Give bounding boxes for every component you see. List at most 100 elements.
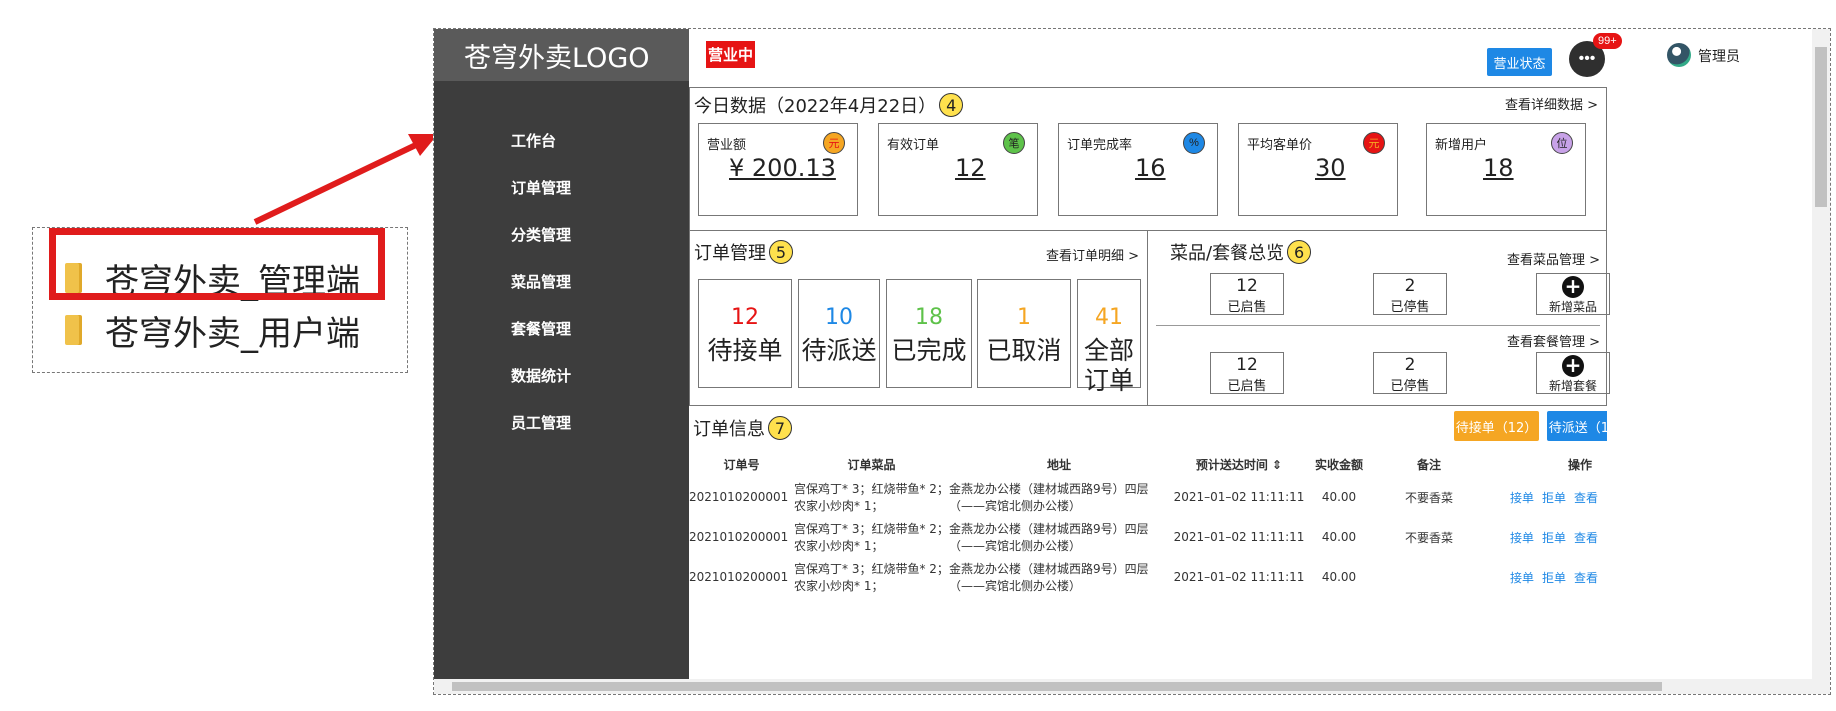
- pending-orders-button[interactable]: 待接单（12）: [1454, 411, 1539, 441]
- combo-count: 12: [1236, 355, 1258, 375]
- view-link[interactable]: 查看: [1574, 571, 1598, 585]
- combo-count: 2: [1404, 355, 1416, 375]
- order-count: 41: [1095, 305, 1123, 330]
- folder-icon: [65, 315, 79, 345]
- combo-on-sale[interactable]: 12 已启售: [1210, 352, 1284, 394]
- order-count: 18: [915, 305, 943, 330]
- order-box-pending[interactable]: 12 待接单: [698, 279, 792, 388]
- sidebar-item-workbench[interactable]: 工作台: [434, 117, 689, 164]
- header: 营业中 营业状态 ••• 99+ 管理员: [689, 29, 1812, 89]
- order-info-section: 订单信息7 待接单（12） 待派送（10） 订单号 订单菜品 地址 预计送达时间…: [689, 405, 1607, 681]
- divider: [1156, 325, 1600, 326]
- table-row: 2021010200001 宫保鸡丁* 3；红烧带鱼* 2；农家小炒肉* 1； …: [689, 557, 1602, 597]
- add-combo-button[interactable]: + 新增套餐: [1536, 352, 1610, 394]
- order-count: 10: [825, 305, 853, 330]
- dish-overview-panel: 菜品/套餐总览 6 查看菜品管理 > 12 已启售 2 已停售 + 新增菜品 查看…: [1147, 230, 1610, 406]
- stat-label: 营业额: [707, 138, 747, 153]
- today-data-panel: 今日数据（2022年4月22日） 4 查看详细数据 > 营业额 元 ¥ 200.1…: [689, 87, 1607, 231]
- sidebar-item-combos[interactable]: 套餐管理: [434, 305, 689, 352]
- plus-icon: +: [1562, 355, 1584, 377]
- combo-off-sale[interactable]: 2 已停售: [1373, 352, 1447, 394]
- admin-name[interactable]: 管理员: [1698, 46, 1740, 66]
- order-id: 2021010200001: [689, 490, 789, 504]
- order-actions: 接单 拒单 查看: [1489, 557, 1602, 597]
- dish-status-label: 已启售: [1227, 300, 1267, 315]
- stat-label: 有效订单: [887, 138, 940, 153]
- sidebar-item-employees[interactable]: 员工管理: [434, 399, 689, 446]
- order-info-title: 订单信息 7: [693, 415, 792, 441]
- reject-link[interactable]: 拒单: [1542, 531, 1566, 545]
- dish-on-sale[interactable]: 12 已启售: [1210, 273, 1284, 315]
- sidebar: 苍穹外卖LOGO 工作台 订单管理 分类管理 菜品管理 套餐管理 数据统计 员工…: [434, 29, 689, 681]
- col-remark: 备注: [1416, 457, 1441, 472]
- sidebar-item-dishes[interactable]: 菜品管理: [434, 258, 689, 305]
- order-count: 1: [1017, 305, 1031, 330]
- scrollbar-thumb[interactable]: [1815, 47, 1827, 207]
- add-combo-label: 新增套餐: [1548, 379, 1597, 393]
- order-box-all[interactable]: 41 全部订单: [1077, 279, 1141, 395]
- stat-card-avg-price: 平均客单价 元 30: [1238, 123, 1398, 216]
- order-remark: 不要香菜: [1404, 530, 1453, 545]
- view-details-link[interactable]: 查看详细数据 >: [1505, 94, 1598, 113]
- order-management-panel: 订单管理 5 查看订单明细 > 12 待接单 10 待派送 18 已完成 1 已取…: [689, 230, 1148, 406]
- view-combos-link[interactable]: 查看套餐管理 >: [1507, 331, 1600, 350]
- delivery-orders-button[interactable]: 待派送（10）: [1547, 411, 1607, 441]
- order-label: 已取消: [986, 336, 1062, 365]
- stat-label: 新增用户: [1435, 138, 1488, 153]
- view-link[interactable]: 查看: [1574, 531, 1598, 545]
- combo-status-label: 已停售: [1390, 379, 1430, 394]
- avatar[interactable]: [1667, 43, 1691, 67]
- order-box-completed[interactable]: 18 已完成: [886, 279, 972, 388]
- vertical-scrollbar[interactable]: [1812, 29, 1830, 681]
- folder-item-user[interactable]: 苍穹外卖_用户端: [65, 308, 360, 354]
- stat-value: 12: [955, 154, 986, 182]
- scrollbar-thumb[interactable]: [452, 682, 1662, 691]
- shop-status-button[interactable]: 营业状态: [1487, 48, 1552, 76]
- order-info-title-text: 订单信息: [693, 419, 765, 440]
- accept-link[interactable]: 接单: [1510, 491, 1534, 505]
- horizontal-scrollbar[interactable]: [434, 679, 1830, 694]
- add-dish-button[interactable]: + 新增菜品: [1536, 273, 1610, 315]
- order-label: 待接单: [707, 336, 783, 365]
- step-number: 7: [768, 416, 792, 440]
- dish-overview-title: 菜品/套餐总览 6: [1170, 239, 1312, 265]
- plus-icon: +: [1562, 276, 1584, 298]
- order-amount: 40.00: [1321, 570, 1357, 584]
- stat-card-completion-rate: 订单完成率 % 16: [1058, 123, 1218, 216]
- dish-overview-title-text: 菜品/套餐总览: [1170, 243, 1285, 264]
- sidebar-item-orders[interactable]: 订单管理: [434, 164, 689, 211]
- yuan-icon: 元: [1363, 132, 1385, 154]
- highlight-box: [49, 228, 385, 300]
- col-amount: 实收金额: [1314, 457, 1363, 472]
- col-address: 地址: [1046, 457, 1071, 472]
- view-link[interactable]: 查看: [1574, 491, 1598, 505]
- stat-label: 平均客单价: [1247, 138, 1313, 153]
- order-id: 2021010200001: [689, 570, 789, 584]
- add-dish-label: 新增菜品: [1548, 300, 1597, 314]
- sidebar-item-statistics[interactable]: 数据统计: [434, 352, 689, 399]
- dish-off-sale[interactable]: 2 已停售: [1373, 273, 1447, 315]
- reject-link[interactable]: 拒单: [1542, 571, 1566, 585]
- folder-label: 苍穹外卖_用户端: [105, 313, 360, 354]
- stat-card-revenue: 营业额 元 ¥ 200.13: [698, 123, 858, 216]
- view-dishes-link[interactable]: 查看菜品管理 >: [1507, 249, 1600, 268]
- today-title-text: 今日数据（2022年4月22日）: [694, 96, 937, 117]
- user-count-icon: 位: [1551, 132, 1573, 154]
- stat-card-valid-orders: 有效订单 笔 12: [878, 123, 1038, 216]
- order-count-icon: 笔: [1003, 132, 1025, 154]
- sidebar-item-categories[interactable]: 分类管理: [434, 211, 689, 258]
- order-box-cancelled[interactable]: 1 已取消: [977, 279, 1071, 388]
- order-box-delivery[interactable]: 10 待派送: [798, 279, 880, 388]
- view-order-details-link[interactable]: 查看订单明细 >: [1046, 245, 1139, 264]
- sidebar-nav: 工作台 订单管理 分类管理 菜品管理 套餐管理 数据统计 员工管理: [434, 117, 689, 446]
- order-address: 金燕龙办公楼（建材城西路9号）四层（——宾馆北侧办公楼）: [949, 482, 1149, 513]
- stat-value: ¥ 200.13: [729, 154, 836, 182]
- col-actions: 操作: [1567, 457, 1592, 472]
- accept-link[interactable]: 接单: [1510, 531, 1534, 545]
- reject-link[interactable]: 拒单: [1542, 491, 1566, 505]
- order-dishes: 宫保鸡丁* 3；红烧带鱼* 2；农家小炒肉* 1；: [794, 522, 949, 553]
- dish-count: 12: [1236, 276, 1258, 296]
- order-management-title-text: 订单管理: [694, 243, 766, 264]
- accept-link[interactable]: 接单: [1510, 571, 1534, 585]
- col-delivery-time[interactable]: 预计送达时间 ⇕: [1169, 451, 1309, 477]
